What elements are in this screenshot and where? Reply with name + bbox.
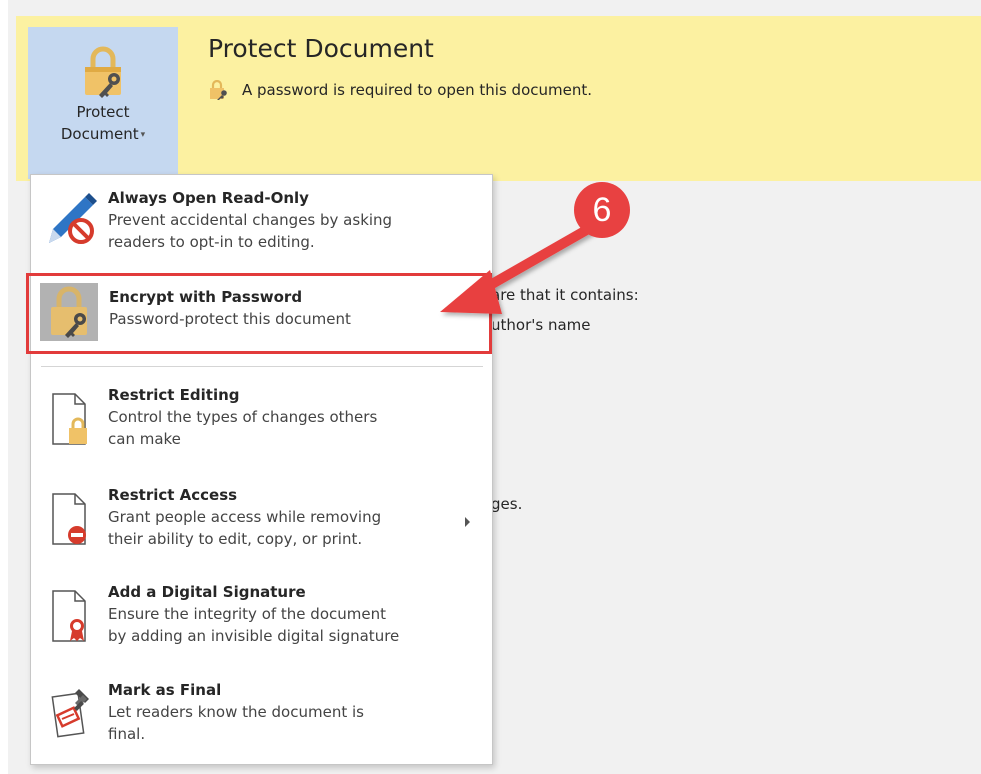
restrict-editing-desc2: can make [108,430,181,448]
protect-document-status: A password is required to open this docu… [208,79,592,101]
restrict-editing-desc1: Control the types of changes others [108,408,378,426]
menu-item-restrict-editing[interactable]: Restrict Editing Control the types of ch… [31,380,492,470]
protect-button-label: Protect Document ▾ [61,101,145,146]
background-text-2: uthor's name [491,316,591,334]
menu-separator [41,366,483,367]
protect-document-menu: Always Open Read-Only Prevent accidental… [30,174,493,765]
background-text-3: ges. [491,495,523,513]
menu-item-always-open-read-only[interactable]: Always Open Read-Only Prevent accidental… [31,183,492,267]
protect-document-description: A password is required to open this docu… [242,81,592,99]
menu-item-mark-as-final[interactable]: Mark as Final Let readers know the docum… [31,675,492,765]
dropdown-caret-icon: ▾ [140,129,146,140]
document-lock-icon [52,393,87,445]
submenu-arrow-icon [465,517,470,527]
document-restricted-icon [52,493,86,545]
lock-key-icon [51,286,87,338]
always-open-read-only-desc2: readers to opt-in to editing. [108,233,315,251]
mark-as-final-title: Mark as Final [108,681,222,699]
lock-key-icon [85,46,121,98]
restrict-access-desc2: their ability to edit, copy, or print. [108,530,363,548]
restrict-access-desc1: Grant people access while removing [108,508,382,526]
document-ribbon-icon [52,590,86,642]
encrypt-with-password-desc: Password-protect this document [109,310,351,328]
encrypt-with-password-title: Encrypt with Password [109,288,303,306]
restrict-access-title: Restrict Access [108,486,238,504]
mark-as-final-desc1: Let readers know the document is [108,703,364,721]
protect-label-line2: Document [60,125,139,143]
restrict-editing-title: Restrict Editing [108,386,240,404]
protect-label-line1: Protect [76,103,130,121]
always-open-read-only-title: Always Open Read-Only [108,189,309,207]
stamp-icon [51,689,89,738]
read-only-pencil-icon [49,193,97,244]
small-lock-key-icon [210,80,227,100]
protect-document-button[interactable]: Protect Document ▾ [28,27,178,179]
step-number-badge: 6 [574,182,630,238]
menu-item-restrict-access[interactable]: Restrict Access Grant people access whil… [31,480,492,570]
mark-as-final-desc2: final. [108,725,146,743]
background-text-1: are that it contains: [491,286,639,304]
add-digital-signature-title: Add a Digital Signature [108,583,306,601]
add-digital-signature-desc1: Ensure the integrity of the document [108,605,386,623]
add-digital-signature-desc2: by adding an invisible digital signature [108,627,400,645]
menu-item-add-digital-signature[interactable]: Add a Digital Signature Ensure the integ… [31,577,492,667]
menu-item-encrypt-with-password[interactable]: Encrypt with Password Password-protect t… [31,277,492,351]
protect-document-title: Protect Document [208,34,434,63]
always-open-read-only-desc1: Prevent accidental changes by asking [108,211,393,229]
